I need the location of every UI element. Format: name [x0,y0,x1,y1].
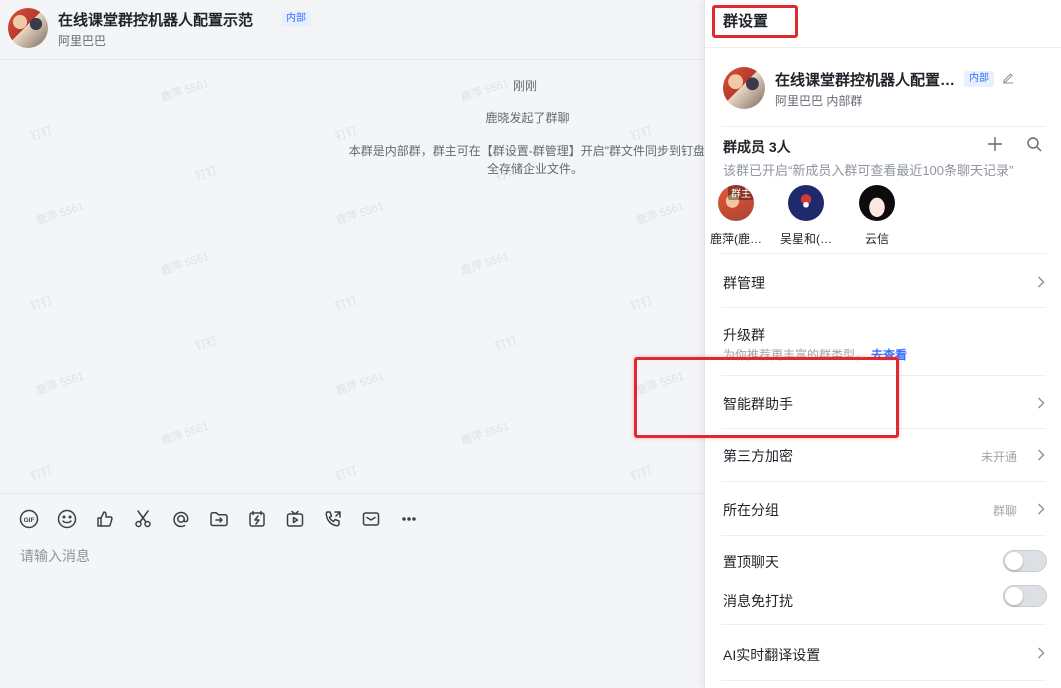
row-value: 群聊 [992,504,1017,518]
member-item[interactable]: 群主 鹿萍(鹿… [701,185,771,247]
group-profile-avatar[interactable] [723,67,765,109]
member-item[interactable]: 云信 [842,185,912,247]
chevron-right-icon [1037,448,1045,461]
ai-translate-row[interactable]: AI实时翻译设置 [705,625,1061,680]
members-note: 该群已开启“新成员入群可查看最近100条聊天记录” [723,163,1014,178]
forward-icon[interactable] [208,508,230,530]
row-label: AI实时翻译设置 [723,647,821,663]
row-label: 消息免打扰 [723,593,793,609]
group-manage-row[interactable]: 群管理 [705,254,1061,307]
watermark: 钉钉 [193,164,219,184]
watermark: 鹿萍 5561 [34,370,86,398]
call-icon[interactable] [322,508,344,530]
watermark: 鹿萍 5561 [634,200,686,228]
internal-badge: 内部 [281,11,311,27]
add-member-icon[interactable] [986,135,1004,153]
member-item[interactable]: 吴星和(… [771,185,841,247]
watermark: 钉钉 [628,294,654,314]
live-icon[interactable] [284,508,306,530]
chevron-right-icon [1037,396,1045,409]
divider [705,47,1061,48]
watermark: 鹿萍 5561 [459,250,511,278]
gif-icon[interactable]: GIF [18,508,40,530]
watermark: 鹿萍 5561 [459,420,511,448]
member-avatar [788,185,824,221]
row-label: 智能群助手 [723,396,793,412]
message-list: 鹿萍 5561 鹿萍 5561 钉钉 钉钉 钉钉 钉钉 钉钉 鹿萍 5561 鹿… [0,60,705,493]
divider [721,126,1046,127]
mute-toggle[interactable] [1003,585,1047,607]
edit-icon[interactable] [1001,71,1015,85]
at-icon[interactable] [170,508,192,530]
thumbs-up-icon[interactable] [94,508,116,530]
watermark: 钉钉 [628,464,654,484]
divider [721,535,1046,536]
member-avatar: 群主 [718,185,754,221]
member-name: 鹿萍(鹿… [710,232,762,246]
watermark: 鹿萍 5561 [159,420,211,448]
message-input[interactable] [20,548,680,564]
scissors-icon[interactable] [132,508,154,530]
group-profile-org: 阿里巴巴 内部群 [775,94,863,108]
row-label: 置顶聊天 [723,554,779,570]
pin-chat-row: 置顶聊天 [705,545,1061,577]
toggle-knob [1005,552,1023,570]
row-value: 未开通 [980,450,1017,464]
chevron-right-icon [1037,275,1045,288]
search-member-icon[interactable] [1025,135,1043,153]
watermark: 钉钉 [493,334,519,354]
watermark: 钉钉 [333,464,359,484]
group-folder-row[interactable]: 所在分组 群聊 [705,482,1061,535]
divider [721,680,1046,681]
more-icon[interactable] [398,508,420,530]
upgrade-group-row[interactable]: 升级群 [705,308,1061,375]
watermark: 鹿萍 5561 [334,370,386,398]
watermark: 钉钉 [28,464,54,484]
watermark: 鹿萍 5561 [34,200,86,228]
members-title[interactable]: 群成员 3人 [723,137,791,157]
smart-assistant-row[interactable]: 智能群助手 [705,376,1061,428]
group-settings-panel: 群设置 在线课堂群控机器人配置示范 内部 阿里巴巴 内部群 群成员 3人 该群已… [704,0,1061,688]
group-profile-name[interactable]: 在线课堂群控机器人配置示范 [775,69,965,90]
message-composer: GIF [0,493,705,688]
upgrade-subtitle: 为你推荐更丰富的群类型， 去查看 [723,346,907,363]
toggle-knob [1005,587,1023,605]
emoji-icon[interactable] [56,508,78,530]
row-label: 群管理 [723,275,765,291]
org-name: 阿里巴巴 [58,34,107,48]
composer-toolbar: GIF [18,508,436,530]
upgrade-subtitle-text: 为你推荐更丰富的群类型， [723,348,868,362]
chevron-right-icon [1037,646,1045,659]
watermark: 钉钉 [333,294,359,314]
row-label: 所在分组 [723,502,779,518]
owner-tag: 群主 [728,185,754,200]
mail-icon[interactable] [360,508,382,530]
member-name: 云信 [864,232,889,246]
chat-pane: 在线课堂群控机器人配置示范 内部 阿里巴巴 鹿萍 5561 鹿萍 5561 钉钉… [0,0,705,688]
watermark: 鹿萍 5561 [634,370,686,398]
chevron-right-icon [1037,502,1045,515]
watermark: 鹿萍 5561 [159,250,211,278]
watermark: 鹿萍 5561 [334,200,386,228]
ding-icon[interactable] [246,508,268,530]
pin-chat-toggle[interactable] [1003,550,1047,572]
system-message-started: 鹿晓发起了群聊 [485,111,570,125]
system-message-notice: 本群是内部群，群主可在【群设置-群管理】开启"群文件同步到钉盘"， 全存储企业文… [348,144,705,176]
row-label: 升级群 [723,327,765,343]
mute-row: 消息免打扰 [705,584,1061,616]
member-avatar [859,185,895,221]
row-label: 第三方加密 [723,448,793,464]
group-title[interactable]: 在线课堂群控机器人配置示范 [58,9,253,30]
watermark: 钉钉 [193,334,219,354]
message-timestamp: 刚刚 [512,79,537,93]
watermark: 钉钉 [28,294,54,314]
highlight-box-title [712,5,798,38]
member-name: 吴星和(… [780,232,832,246]
group-avatar[interactable] [8,8,48,48]
internal-badge: 内部 [964,71,994,87]
svg-text:GIF: GIF [24,517,35,524]
upgrade-view-link[interactable]: 去查看 [871,348,907,362]
third-party-encryption-row[interactable]: 第三方加密 未开通 [705,429,1061,481]
chat-header: 在线课堂群控机器人配置示范 内部 阿里巴巴 [0,0,705,60]
